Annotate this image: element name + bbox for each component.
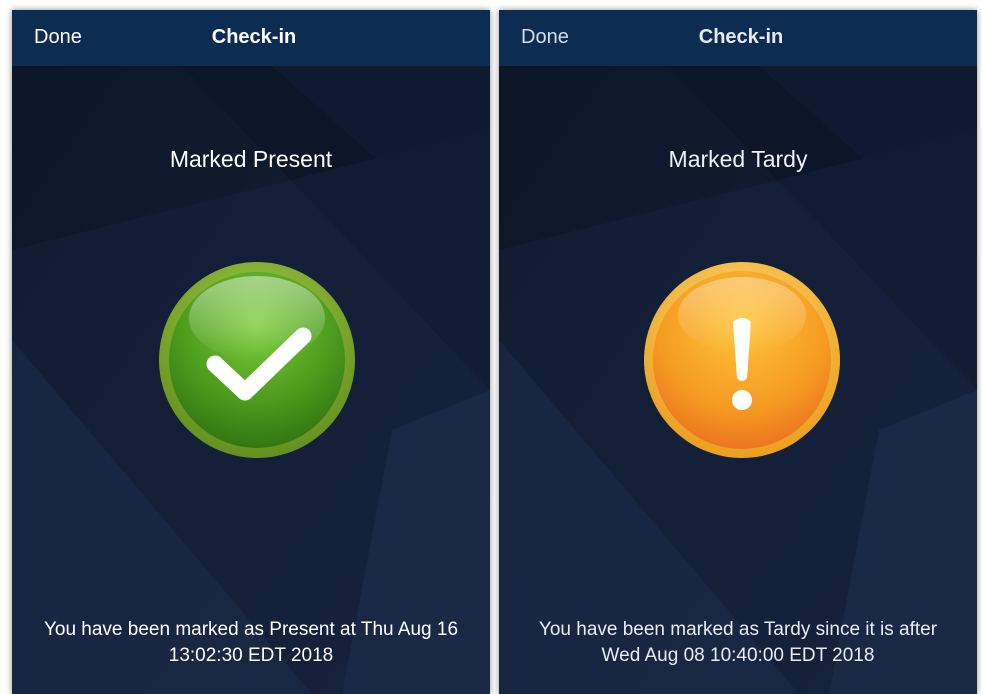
status-message: You have been marked as Tardy since it i… [538, 619, 938, 666]
checkmark-icon [159, 262, 355, 458]
checkin-tardy-screen: Done Check-in Marked Tardy You have been [499, 10, 977, 694]
status-message: You have been marked as Present at Thu A… [43, 619, 459, 666]
exclamation-icon [644, 262, 840, 458]
nav-title: Check-in [698, 26, 784, 48]
status-title: Marked Tardy [668, 146, 808, 172]
checkin-present-screen: Done Check-in Marked Present You have be… [12, 10, 490, 694]
nav-title: Check-in [211, 26, 297, 48]
navigation-bar: Done Check-in [12, 10, 490, 66]
status-title: Marked Present [169, 146, 333, 172]
navigation-bar: Done Check-in [499, 10, 977, 66]
